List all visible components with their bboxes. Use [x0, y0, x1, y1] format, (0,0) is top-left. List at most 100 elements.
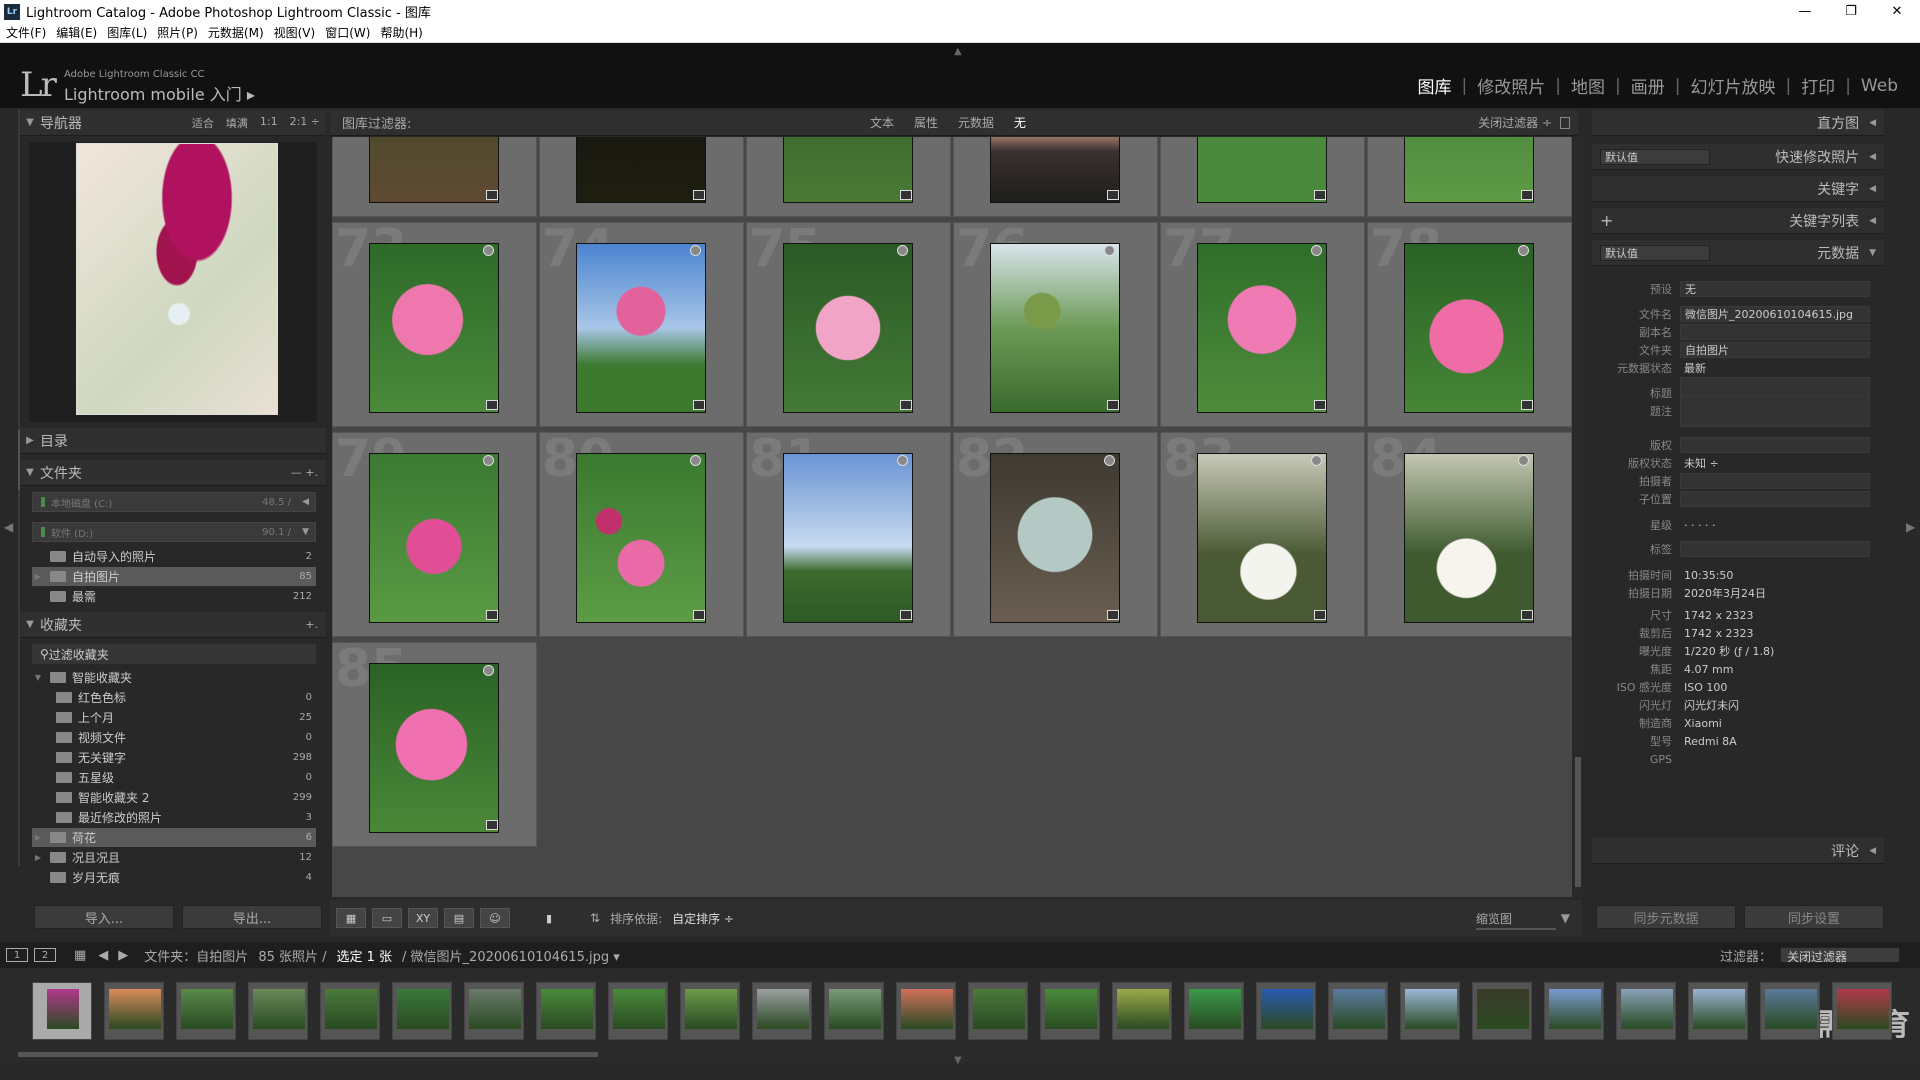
metadata-field[interactable]: 裁剪后 1742 x 2323 [1592, 624, 1884, 642]
quick-collection-dot-icon[interactable] [897, 455, 908, 466]
filter-text-tab[interactable]: 文本 [870, 114, 894, 131]
metadata-field[interactable]: 拍摄日期 2020年3月24日 [1592, 584, 1884, 602]
metadata-field-value[interactable]: ISO 100 [1680, 679, 1870, 695]
grid-cell[interactable]: 77 [1160, 219, 1365, 427]
grid-cell[interactable]: 80 [539, 429, 744, 637]
loupe-view-icon[interactable]: ▭ [372, 908, 402, 928]
metadata-field[interactable]: 制造商 Xiaomi [1592, 714, 1884, 732]
import-button[interactable]: 导入... [34, 905, 174, 929]
metadata-field-value[interactable]: · · · · · [1680, 517, 1870, 533]
add-keyword-button[interactable]: + [1600, 211, 1613, 230]
filmstrip-thumbnail[interactable] [464, 982, 524, 1040]
quick-collection-dot-icon[interactable] [897, 245, 908, 256]
folder-item[interactable]: 最需 212 [32, 587, 316, 606]
module-slideshow[interactable]: 幻灯片放映 [1680, 73, 1785, 98]
metadata-field-value[interactable] [1680, 491, 1870, 507]
metadata-field[interactable]: 版权状态 未知 ÷ [1592, 454, 1884, 472]
lock-icon[interactable] [1560, 116, 1570, 129]
metadata-preset[interactable]: 默认值 [1600, 244, 1710, 261]
metadata-field-value[interactable] [1680, 395, 1870, 427]
metadata-field[interactable]: 文件名 微信图片_20200610104615.jpg [1592, 305, 1884, 323]
close-button[interactable]: ✕ [1874, 0, 1920, 23]
filmstrip-thumbnail[interactable] [1112, 982, 1172, 1040]
filmstrip-scrollbar[interactable] [18, 1052, 598, 1057]
forward-arrow-icon[interactable]: ▶ [118, 948, 128, 963]
navigator-image[interactable] [76, 143, 278, 415]
filmstrip-thumbnail[interactable] [1328, 982, 1388, 1040]
filmstrip-thumbnail[interactable] [608, 982, 668, 1040]
photo-thumbnail[interactable] [783, 137, 913, 203]
survey-view-icon[interactable]: ▤ [444, 908, 474, 928]
filmstrip-thumbnail[interactable] [1472, 982, 1532, 1040]
quick-collection-dot-icon[interactable] [483, 665, 494, 676]
grid-cell[interactable] [953, 137, 1158, 217]
quick-collection-dot-icon[interactable] [690, 245, 701, 256]
grid-cell[interactable]: 78 [1367, 219, 1572, 427]
collection-add-button[interactable]: +. [305, 618, 318, 631]
metadata-field-value[interactable]: 2020年3月24日 [1680, 585, 1870, 601]
nav-fit[interactable]: 适合 [192, 115, 214, 131]
filmstrip-thumbnail[interactable] [1184, 982, 1244, 1040]
quick-collection-dot-icon[interactable] [1104, 245, 1115, 256]
photo-thumbnail[interactable] [369, 137, 499, 203]
grid-cell[interactable]: 85 [332, 639, 537, 847]
filmstrip-thumbnail[interactable] [1688, 982, 1748, 1040]
source-path[interactable]: 文件夹：自拍图片 [144, 946, 248, 965]
metadata-field-value[interactable]: 4.07 mm [1680, 661, 1870, 677]
menu-view[interactable]: 视图(V) [274, 24, 316, 41]
metadata-field[interactable]: 尺寸 1742 x 2323 [1592, 606, 1884, 624]
grid-scrollbar[interactable] [1574, 137, 1582, 897]
filmstrip-thumbnail[interactable] [1544, 982, 1604, 1040]
module-print[interactable]: 打印 [1791, 73, 1845, 98]
metadata-field-value[interactable] [1680, 324, 1870, 340]
spray-can-icon[interactable]: ▮ [534, 908, 564, 928]
metadata-field-value[interactable] [1680, 473, 1870, 489]
minimize-button[interactable]: — [1782, 0, 1828, 23]
metadata-field-value[interactable]: 未知 ÷ [1680, 455, 1870, 471]
grid-cell[interactable]: 84 [1367, 429, 1572, 637]
metadata-field-value[interactable] [1680, 437, 1870, 453]
keywording-header[interactable]: 关键字 ◀ [1592, 176, 1884, 202]
sync-settings-button[interactable]: 同步设置 [1744, 905, 1884, 929]
folder-add-button[interactable]: — +. [291, 466, 318, 479]
quick-collection-dot-icon[interactable] [1518, 455, 1529, 466]
collections-header[interactable]: ▼ 收藏夹 +. [20, 612, 326, 638]
grid-view-icon[interactable]: ▦ [74, 948, 86, 963]
quick-collection-dot-icon[interactable] [1311, 455, 1322, 466]
photo-thumbnail[interactable] [1404, 137, 1534, 203]
filmstrip-thumbnail[interactable] [320, 982, 380, 1040]
quick-collection-dot-icon[interactable] [483, 245, 494, 256]
metadata-field-value[interactable]: Redmi 8A [1680, 733, 1870, 749]
nav-fill[interactable]: 填满 [226, 115, 248, 131]
collection-set[interactable]: ▶ 荷花 6 [32, 828, 316, 847]
photo-thumbnail[interactable] [576, 453, 706, 623]
menu-file[interactable]: 文件(F) [6, 24, 46, 41]
grid-cell[interactable] [1160, 137, 1365, 217]
catalog-header[interactable]: ▶ 目录 [20, 428, 326, 454]
metadata-field[interactable]: 预设无 [1592, 280, 1884, 298]
smart-collection[interactable]: 无关键字 298 [50, 748, 316, 767]
filmstrip-thumbnail[interactable] [896, 982, 956, 1040]
filmstrip-thumbnail[interactable] [824, 982, 884, 1040]
export-button[interactable]: 导出... [182, 905, 322, 929]
left-panel-toggle-icon[interactable]: ◀ [4, 520, 13, 534]
filter-attribute-tab[interactable]: 属性 [914, 114, 938, 131]
folder-item[interactable]: ▶ 自拍图片 85 [32, 567, 316, 586]
quick-collection-dot-icon[interactable] [1311, 245, 1322, 256]
metadata-field-value[interactable] [1680, 751, 1870, 767]
filmstrip-thumbnail[interactable] [1400, 982, 1460, 1040]
filmstrip-thumbnail[interactable] [104, 982, 164, 1040]
collection-set[interactable]: ▶ 况且况且 12 [32, 848, 316, 867]
photo-thumbnail[interactable] [1197, 243, 1327, 413]
collection-set[interactable]: 岁月无痕 4 [32, 868, 316, 887]
photo-thumbnail[interactable] [990, 243, 1120, 413]
grid-cell[interactable]: 81 [746, 429, 951, 637]
filter-collections-input[interactable]: ⚲ 过滤收藏夹 [32, 644, 316, 664]
photo-thumbnail[interactable] [369, 453, 499, 623]
metadata-field-value[interactable]: 1742 x 2323 [1680, 625, 1870, 641]
photo-thumbnail[interactable] [576, 137, 706, 203]
metadata-field[interactable]: 焦距 4.07 mm [1592, 660, 1884, 678]
collapse-top-arrow-icon[interactable]: ▲ [954, 46, 962, 57]
people-view-icon[interactable]: ☺ [480, 908, 510, 928]
metadata-field[interactable]: 文件夹 自拍图片 [1592, 341, 1884, 359]
